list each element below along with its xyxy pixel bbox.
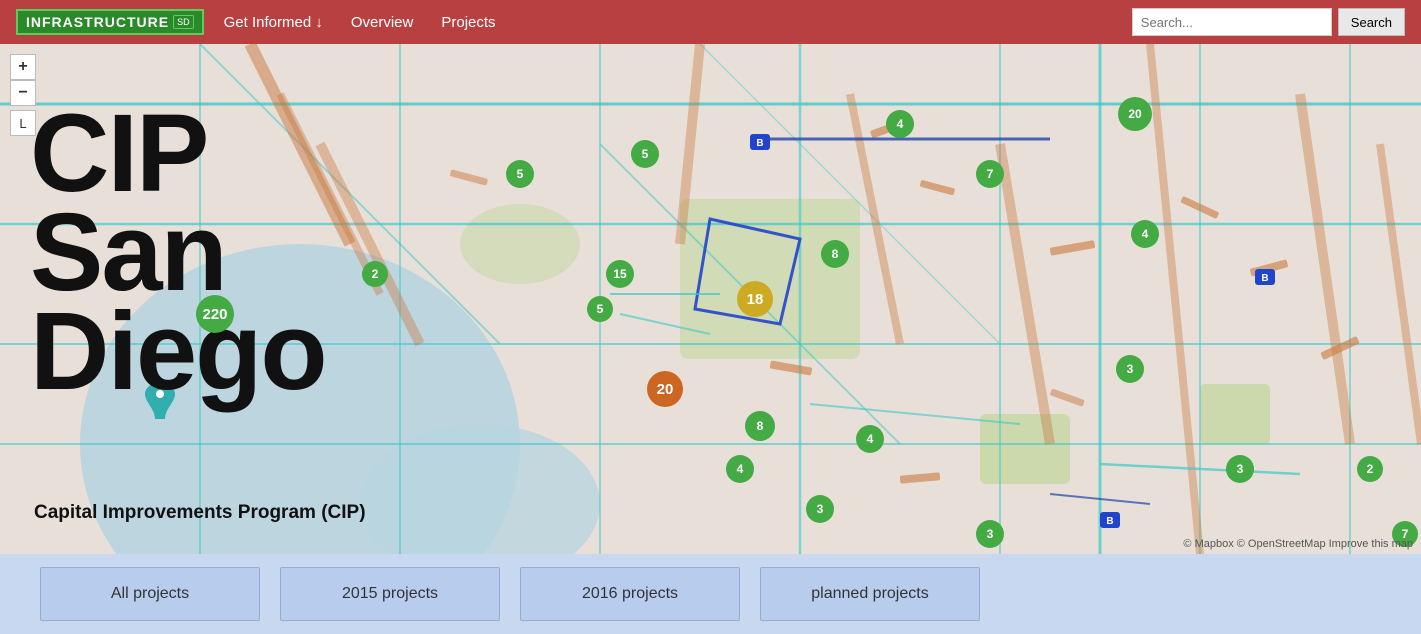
cluster-marker[interactable]: 3 [1226,455,1254,483]
cluster-marker[interactable]: 4 [726,455,754,483]
cluster-marker[interactable]: 2 [362,261,388,287]
logo[interactable]: INFRASTRUCTURE SD [16,9,204,35]
2016-projects-tab[interactable]: 2016 projects [520,567,740,621]
nav-get-informed[interactable]: Get Informed ↓ [224,14,323,31]
map-attribution: © Mapbox © OpenStreetMap Improve this ma… [1183,538,1413,550]
logo-badge: SD [173,15,194,29]
cluster-marker[interactable]: 5 [506,160,534,188]
cluster-marker[interactable]: 2 [1357,456,1383,482]
search-area: Search [1132,8,1405,36]
cluster-marker[interactable]: 4 [886,110,914,138]
zoom-reset-button[interactable]: L [10,110,36,136]
bottom-tabs: All projects 2015 projects 2016 projects… [0,554,1421,634]
logo-text: INFRASTRUCTURE [26,14,169,30]
cluster-marker[interactable]: 220 [196,295,234,333]
map-container[interactable]: B B B 🦅 CIP San Diego Capital Improvemen… [0,44,1421,554]
cluster-marker[interactable]: 5 [587,296,613,322]
zoom-controls: + − L [10,54,36,136]
map-subtitle: Capital Improvements Program (CIP) [34,502,366,524]
cluster-marker[interactable]: 3 [806,495,834,523]
cluster-marker[interactable]: 4 [1131,220,1159,248]
search-button[interactable]: Search [1338,8,1405,36]
cluster-marker[interactable]: 8 [745,411,775,441]
nav-overview[interactable]: Overview [351,14,414,31]
search-input[interactable] [1132,8,1332,36]
cluster-marker[interactable]: 3 [976,520,1004,548]
2015-projects-tab[interactable]: 2015 projects [280,567,500,621]
header: INFRASTRUCTURE SD Get Informed ↓ Overvie… [0,0,1421,44]
cluster-marker[interactable]: 5 [631,140,659,168]
cluster-marker[interactable]: 7 [976,160,1004,188]
planned-projects-tab[interactable]: planned projects [760,567,980,621]
cluster-marker[interactable]: 18 [737,281,773,317]
cluster-marker[interactable]: 15 [606,260,634,288]
all-projects-tab[interactable]: All projects [40,567,260,621]
nav-projects[interactable]: Projects [441,14,495,31]
cluster-marker[interactable]: 3 [1116,355,1144,383]
zoom-in-button[interactable]: + [10,54,36,80]
zoom-out-button[interactable]: − [10,80,36,106]
cluster-marker[interactable]: 4 [856,425,884,453]
cluster-marker[interactable]: 20 [1118,97,1152,131]
cluster-marker[interactable]: 20 [647,371,683,407]
cluster-marker[interactable]: 8 [821,240,849,268]
